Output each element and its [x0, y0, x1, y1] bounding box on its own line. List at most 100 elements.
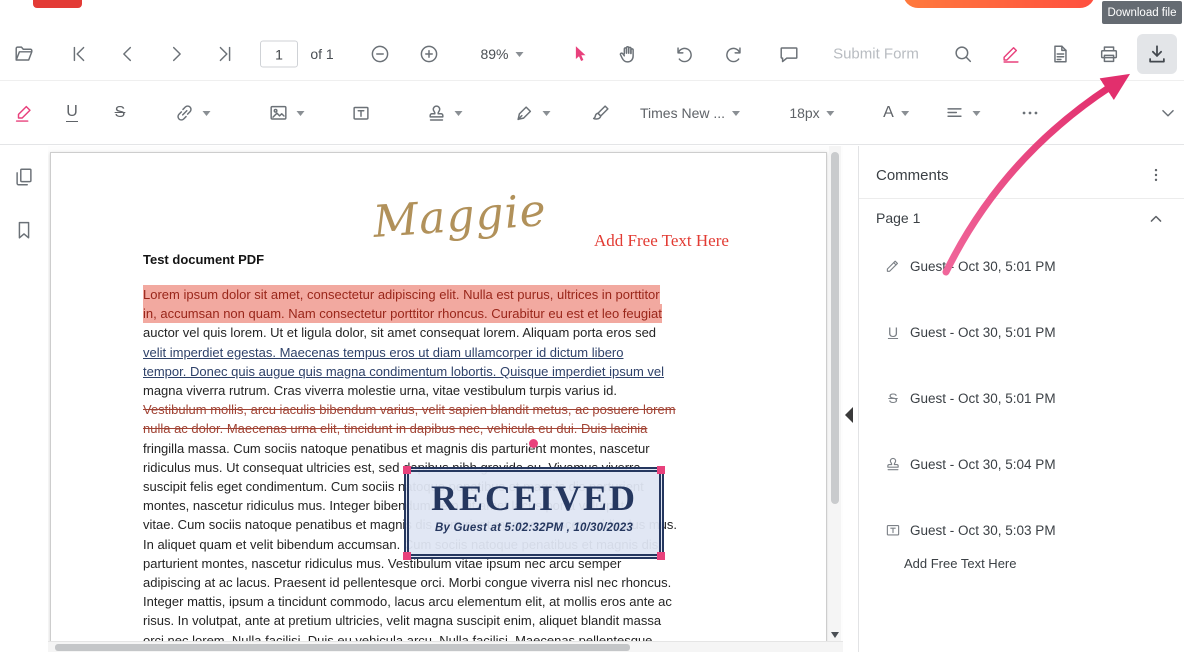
draw-tool-button[interactable]	[514, 102, 551, 124]
page-number-wrap	[260, 41, 298, 68]
bookmark-icon	[13, 219, 35, 241]
document-line: Integer mattis, ipsum a tincidunt commod…	[143, 592, 677, 611]
document-line: adipiscing at ac lacus. Praesent id pell…	[143, 573, 677, 592]
document-line: magna viverra rutrum. Cras viverra moles…	[143, 381, 677, 400]
document-line: tempor. Donec quis augue quis magna cond…	[143, 362, 677, 381]
chevron-down-icon	[203, 111, 211, 116]
search-button[interactable]	[943, 34, 983, 74]
bookmarks-button[interactable]	[4, 210, 44, 250]
link-tool-button[interactable]	[174, 102, 211, 124]
page-number-input[interactable]	[260, 41, 298, 68]
received-stamp[interactable]: RECEIVED By Guest at 5:02:32PM , 10/30/2…	[404, 467, 664, 559]
resize-handle-se[interactable]	[657, 552, 665, 560]
document-line: in, accumsan non quam. Nam consectetur p…	[143, 304, 662, 323]
main-toolbar: of 1 89% Submit Form	[0, 28, 1184, 81]
comment-item[interactable]: Guest - Oct 30, 5:03 PM	[859, 516, 1184, 544]
hand-icon	[617, 43, 639, 65]
first-page-icon	[68, 43, 90, 65]
image-tool-button[interactable]	[268, 102, 305, 124]
zoom-level-value: 89%	[480, 46, 508, 62]
document-line: velit imperdiet egestas. Maecenas tempus…	[143, 343, 677, 362]
more-options-button[interactable]	[1010, 93, 1050, 133]
highlight-tool-button[interactable]	[4, 93, 44, 133]
chevron-down-icon	[732, 111, 740, 116]
sign-tool-button[interactable]	[991, 34, 1031, 74]
document-title: Test document PDF	[143, 252, 264, 267]
zoom-level-dropdown[interactable]: 89%	[480, 46, 523, 62]
pencil-icon	[884, 257, 902, 275]
document-page[interactable]: Maggie Add Free Text Here Test document …	[50, 152, 827, 641]
free-text-annotation[interactable]: Add Free Text Here	[594, 231, 729, 251]
pages-icon	[13, 166, 35, 188]
submit-form-button[interactable]: Submit Form	[833, 46, 919, 63]
comments-panel: Comments Page 1 Guest - Oct 30, 5:01 PM …	[858, 146, 1184, 652]
format-toolbar: U S Times New ... 18px A	[0, 82, 1184, 145]
undo-button[interactable]	[664, 34, 704, 74]
comment-label: Guest - Oct 30, 5:01 PM	[910, 259, 1056, 274]
next-page-button[interactable]	[156, 34, 196, 74]
rotate-handle[interactable]	[529, 439, 538, 448]
align-select[interactable]	[944, 102, 981, 124]
comment-label: Guest - Oct 30, 5:01 PM	[910, 391, 1056, 406]
stamp-tool-button[interactable]	[426, 102, 463, 124]
redo-button[interactable]	[714, 34, 754, 74]
brush-tool-button[interactable]	[581, 93, 621, 133]
stamp-subtitle: By Guest at 5:02:32PM , 10/30/2023	[409, 522, 659, 534]
horizontal-scrollbar[interactable]	[48, 641, 843, 652]
comment-item[interactable]: S Guest - Oct 30, 5:01 PM	[859, 384, 1184, 412]
vertical-scrollbar[interactable]	[829, 146, 841, 629]
zoom-in-button[interactable]	[409, 34, 449, 74]
thumbnails-button[interactable]	[4, 157, 44, 197]
text-tool-button[interactable]	[341, 93, 381, 133]
document-pages-button[interactable]	[1040, 34, 1080, 74]
previous-page-button[interactable]	[108, 34, 148, 74]
horizontal-scroll-thumb[interactable]	[55, 644, 630, 651]
stamp-title: RECEIVED	[409, 477, 659, 519]
font-size-select[interactable]: 18px	[789, 105, 834, 121]
header-cta-button[interactable]	[903, 0, 1095, 8]
comment-tool-button[interactable]	[769, 34, 809, 74]
align-icon	[944, 102, 966, 124]
chevron-right-icon	[165, 43, 187, 65]
font-family-select[interactable]: Times New ...	[640, 105, 740, 121]
divider	[859, 198, 1184, 199]
app-logo[interactable]	[33, 0, 82, 8]
resize-handle-ne[interactable]	[657, 466, 665, 474]
chevron-down-icon	[297, 111, 305, 116]
comment-label: Guest - Oct 30, 5:04 PM	[910, 457, 1056, 472]
comments-menu-button[interactable]	[1144, 163, 1168, 187]
stamp-icon	[426, 102, 448, 124]
comment-note: Add Free Text Here	[904, 556, 1016, 571]
download-button[interactable]	[1137, 34, 1177, 74]
collapse-section-button[interactable]	[1146, 209, 1166, 229]
comment-item[interactable]: U Guest - Oct 30, 5:01 PM	[859, 318, 1184, 346]
pointer-tool-button[interactable]	[560, 34, 600, 74]
scroll-down-button[interactable]	[829, 629, 841, 641]
resize-handle-nw[interactable]	[403, 466, 411, 474]
first-page-button[interactable]	[59, 34, 99, 74]
top-bar	[0, 0, 1184, 28]
page-count-label: of 1	[310, 46, 333, 62]
font-color-select[interactable]: A	[883, 105, 909, 121]
panel-collapse-handle[interactable]	[845, 407, 853, 423]
comment-label: Guest - Oct 30, 5:01 PM	[910, 325, 1056, 340]
open-document-button[interactable]	[4, 34, 44, 74]
zoom-out-button[interactable]	[360, 34, 400, 74]
zoom-out-icon	[369, 43, 391, 65]
hand-tool-button[interactable]	[608, 34, 648, 74]
resize-handle-sw[interactable]	[403, 552, 411, 560]
collapse-toolbar-button[interactable]	[1148, 93, 1184, 133]
last-page-button[interactable]	[205, 34, 245, 74]
underline-tool-button[interactable]: U	[52, 93, 92, 133]
page-section-label: Page 1	[876, 210, 920, 226]
comment-item[interactable]: Guest - Oct 30, 5:04 PM	[859, 450, 1184, 478]
comment-item[interactable]: Guest - Oct 30, 5:01 PM	[859, 252, 1184, 280]
comment-bubble-icon	[778, 43, 800, 65]
signature-annotation[interactable]: Maggie	[371, 185, 548, 248]
sign-pencil-icon	[1000, 43, 1022, 65]
vertical-scroll-thumb[interactable]	[831, 152, 839, 504]
search-icon	[952, 43, 974, 65]
print-button[interactable]	[1089, 34, 1129, 74]
document-line: risus. In volutpat, ante at pretium ultr…	[143, 611, 677, 630]
strikethrough-tool-button[interactable]: S	[100, 93, 140, 133]
